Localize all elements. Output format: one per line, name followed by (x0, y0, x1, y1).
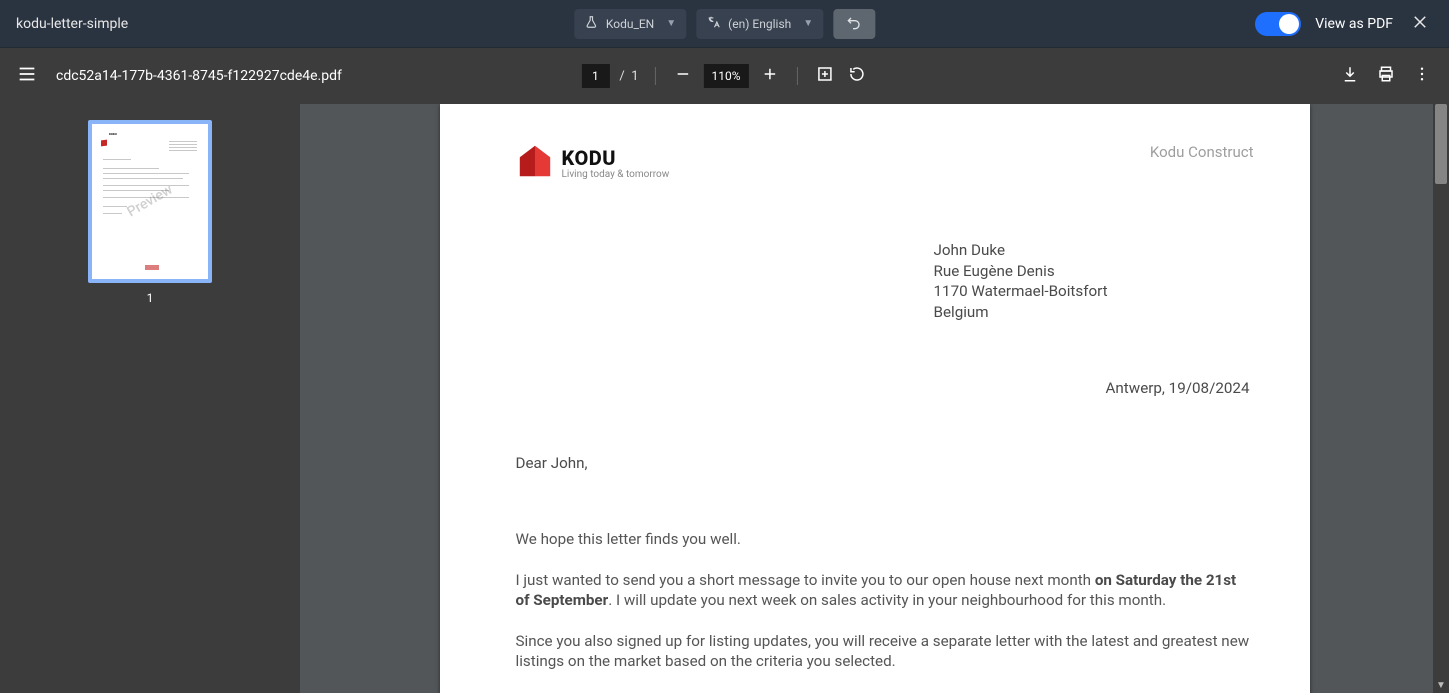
hamburger-icon (16, 70, 38, 89)
language-dropdown[interactable]: (en) English ▼ (696, 9, 823, 39)
pdf-toolbar-left: cdc52a14-177b-4361-8745-f122927cde4e.pdf (16, 63, 342, 89)
kodu-logo: KODU Living today & tomorrow (516, 142, 670, 180)
zoom-level[interactable]: 110% (704, 64, 749, 88)
chevron-down-icon: ▼ (666, 18, 676, 29)
recipient-city: 1170 Watermael-Boitsfort (934, 281, 1254, 302)
template-dropdown[interactable]: Kodu_EN ▼ (574, 9, 686, 39)
recipient-name: John Duke (934, 240, 1254, 261)
page-total-value: 1 (631, 69, 638, 84)
paragraph-1: We hope this letter finds you well. (516, 529, 1254, 550)
salutation: Dear John, (516, 453, 1254, 474)
close-icon (1411, 16, 1429, 35)
recipient-address: John Duke Rue Eugène Denis 1170 Watermae… (934, 240, 1254, 322)
undo-icon (846, 14, 862, 34)
separator (797, 67, 798, 85)
minus-icon (674, 65, 692, 87)
more-button[interactable] (1411, 65, 1433, 87)
pdf-toolbar-right (1339, 65, 1433, 87)
kodu-logo-mark (516, 142, 554, 180)
paragraph-2: I just wanted to send you a short messag… (516, 570, 1254, 611)
app-bar-right: View as PDF (1255, 9, 1433, 39)
language-dropdown-label: (en) English (728, 17, 791, 31)
app-bar-center: Kodu_EN ▼ (en) English ▼ (574, 9, 875, 39)
view-as-pdf-label: View as PDF (1315, 16, 1393, 32)
thumbnail-panel: KODU Preview 1 (0, 104, 300, 693)
print-icon (1377, 65, 1395, 87)
page-canvas[interactable]: KODU Living today & tomorrow Kodu Constr… (300, 104, 1449, 693)
app-bar: kodu-letter-simple Kodu_EN ▼ (en) Englis… (0, 0, 1449, 48)
page-number-input[interactable]: 1 (581, 64, 609, 88)
toggle-knob (1279, 14, 1299, 34)
thumbnail-page-number: 1 (147, 291, 154, 305)
pdf-toolbar-center: 1 / 1 110% (581, 64, 867, 88)
thumbnail-page-1[interactable]: KODU Preview (88, 120, 212, 283)
file-name: cdc52a14-177b-4361-8745-f122927cde4e.pdf (56, 68, 342, 84)
rotate-button[interactable] (846, 65, 868, 87)
fit-page-button[interactable] (814, 65, 836, 87)
scrollbar-track[interactable] (1433, 104, 1449, 693)
close-button[interactable] (1407, 9, 1433, 39)
zoom-out-button[interactable] (672, 65, 694, 87)
plus-icon (761, 65, 779, 87)
paragraph-3: Since you also signed up for listing upd… (516, 631, 1254, 672)
letter-header: KODU Living today & tomorrow Kodu Constr… (516, 142, 1254, 180)
letter-date: Antwerp, 19/08/2024 (516, 378, 1254, 399)
separator (655, 67, 656, 85)
document-page: KODU Living today & tomorrow Kodu Constr… (440, 104, 1310, 693)
page-total: / 1 (619, 69, 638, 84)
menu-button[interactable] (16, 63, 38, 89)
viewer-body: KODU Preview 1 (0, 104, 1449, 693)
recipient-street: Rue Eugène Denis (934, 261, 1254, 282)
download-icon (1341, 65, 1359, 87)
paragraph-2a: I just wanted to send you a short messag… (516, 571, 1095, 589)
rotate-icon (848, 65, 866, 87)
view-as-pdf-toggle[interactable] (1255, 12, 1301, 36)
zoom-in-button[interactable] (759, 65, 781, 87)
scrollbar-thumb[interactable] (1435, 104, 1447, 184)
recipient-country: Belgium (934, 302, 1254, 323)
chevron-down-icon: ▼ (1436, 680, 1446, 691)
flask-icon (584, 15, 598, 32)
paragraph-2c: . I will update you next week on sales a… (608, 591, 1166, 609)
logo-brand-text: KODU (562, 148, 670, 168)
logo-tagline: Living today & tomorrow (562, 170, 670, 180)
company-name: Kodu Construct (1150, 142, 1254, 162)
pdf-toolbar: cdc52a14-177b-4361-8745-f122927cde4e.pdf… (0, 48, 1449, 104)
scrollbar-down-button[interactable]: ▼ (1433, 677, 1449, 693)
fit-page-icon (816, 65, 834, 87)
print-button[interactable] (1375, 65, 1397, 87)
document-title: kodu-letter-simple (16, 16, 128, 32)
translate-icon (706, 15, 720, 32)
thumbnail-preview: KODU Preview (92, 124, 208, 279)
more-vertical-icon (1413, 65, 1431, 87)
download-button[interactable] (1339, 65, 1361, 87)
chevron-down-icon: ▼ (803, 18, 813, 29)
template-dropdown-label: Kodu_EN (606, 17, 654, 31)
undo-button[interactable] (833, 9, 875, 39)
